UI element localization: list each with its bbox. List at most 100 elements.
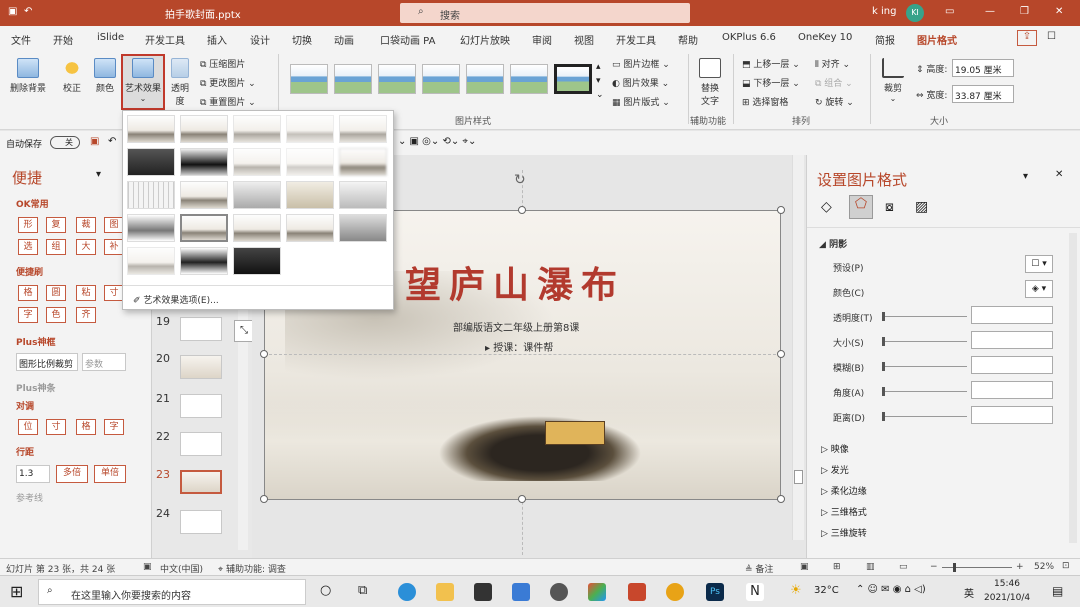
spellcheck-icon[interactable]: ▣ <box>143 562 152 572</box>
swap-btn-position[interactable]: 位 <box>18 419 38 435</box>
ok-btn-group[interactable]: 组 <box>46 239 66 255</box>
soft-edges-section[interactable]: ▷ 柔化边缘 <box>821 484 867 497</box>
thumb-slide-20[interactable] <box>180 355 222 379</box>
close-icon[interactable]: ✕ <box>1055 6 1063 17</box>
blur-input[interactable] <box>971 356 1053 374</box>
qat-tools-icons[interactable]: ⌄ ▣ ◎⌄ ⟲⌄ ⌖⌄ <box>398 136 476 147</box>
change-picture-button[interactable]: ⧉ 更改图片 ⌄ <box>200 76 256 89</box>
art-effect-3[interactable] <box>233 115 281 143</box>
spacing-input[interactable]: 1.3 <box>16 465 50 483</box>
brush-btn-text[interactable]: 字 <box>18 307 38 323</box>
menu-developer-2[interactable]: 开发工具 <box>616 32 656 47</box>
photoshop-icon[interactable]: Ps <box>706 583 724 601</box>
picture-effects-button[interactable]: ◐ 图片效果 ⌄ <box>612 76 669 89</box>
align-button[interactable]: ⫴ 对齐 ⌄ <box>815 57 850 70</box>
distance-slider[interactable] <box>882 412 967 421</box>
slide-sorter-icon[interactable]: ⊞ <box>833 562 841 572</box>
notification-icon[interactable]: ▤ <box>1052 584 1063 598</box>
picture-style-6[interactable] <box>510 64 548 94</box>
tray-icons[interactable]: ⌃ ☺ ✉ ◉ ⌂ ◁) <box>856 584 926 595</box>
menu-pocket-anim[interactable]: 口袋动画 PA <box>380 32 435 47</box>
preset-dropdown[interactable]: ☐ ▾ <box>1025 255 1053 273</box>
art-effect-19[interactable] <box>286 214 334 242</box>
styles-scroll[interactable]: ▴ ▾ ⌄ <box>596 60 604 102</box>
clock-date[interactable]: 2021/10/4 <box>984 593 1030 603</box>
slideshow-icon[interactable]: ▭ <box>899 562 908 572</box>
pane-scrollbar[interactable] <box>1069 233 1077 543</box>
distance-input[interactable] <box>971 406 1053 424</box>
ok-btn-crop[interactable]: 裁 <box>76 217 96 233</box>
art-effect-2[interactable] <box>180 115 228 143</box>
brush-btn-color[interactable]: 色 <box>46 307 66 323</box>
picture-style-5[interactable] <box>466 64 504 94</box>
send-backward-button[interactable]: ⬓ 下移一层 ⌄ <box>742 76 800 89</box>
brush-btn-paste[interactable]: 粘 <box>76 285 96 301</box>
corrections-button[interactable]: 校正 <box>56 58 88 94</box>
menu-picture-format[interactable]: 图片格式 <box>917 32 957 47</box>
colorful-app-icon[interactable] <box>588 583 606 601</box>
fit-slide-icon[interactable]: ⊡ <box>1062 561 1070 571</box>
transparency-input[interactable] <box>971 306 1053 324</box>
reset-picture-button[interactable]: ⧉ 重置图片 ⌄ <box>200 95 256 108</box>
cortana-icon[interactable]: ○ <box>320 583 331 598</box>
art-effect-6[interactable] <box>127 148 175 176</box>
ok-btn-picture[interactable]: 图 <box>104 217 124 233</box>
ok-btn-shape[interactable]: 形 <box>18 217 38 233</box>
angle-slider[interactable] <box>882 387 967 396</box>
3d-format-section[interactable]: ▷ 三维格式 <box>821 505 867 518</box>
picture-style-1[interactable] <box>290 64 328 94</box>
ok-btn-select[interactable]: 选 <box>18 239 38 255</box>
art-effect-15[interactable] <box>339 181 387 209</box>
brush-btn-align[interactable]: 齐 <box>76 307 96 323</box>
picture-tab-icon[interactable]: ▨ <box>915 199 928 215</box>
fill-line-icon[interactable]: ◇ <box>821 199 832 215</box>
menu-animations[interactable]: 动画 <box>334 32 354 47</box>
zoom-thumb[interactable] <box>953 563 956 572</box>
picture-border-button[interactable]: ▭ 图片边框 ⌄ <box>612 57 670 70</box>
menu-review[interactable]: 审阅 <box>532 32 552 47</box>
menu-developer[interactable]: 开发工具 <box>145 32 185 47</box>
art-effect-21[interactable] <box>127 247 175 275</box>
resize-handle[interactable] <box>518 495 526 503</box>
param-input[interactable]: 参数 <box>82 353 126 371</box>
size-input[interactable] <box>971 331 1053 349</box>
ime-indicator[interactable]: 英 <box>964 585 974 600</box>
zoom-out-icon[interactable]: − <box>930 562 938 572</box>
remove-background-button[interactable]: 删除背景 <box>6 58 50 94</box>
thumb-slide-21[interactable] <box>180 394 222 418</box>
compress-pictures-button[interactable]: ⧉ 压缩图片 <box>200 57 245 70</box>
pane-options-icon[interactable]: ▾ <box>1023 171 1028 182</box>
menu-briefing[interactable]: 简报 <box>875 32 895 47</box>
undo-icon-qat[interactable]: ↶ <box>108 136 116 147</box>
crop-button[interactable]: 裁剪 ⌄ <box>878 58 908 103</box>
app-n-icon[interactable]: N <box>746 583 764 601</box>
group-button[interactable]: ⧉ 组合 ⌄ <box>815 76 853 89</box>
normal-view-icon[interactable]: ▣ <box>800 562 809 572</box>
art-effect-16[interactable] <box>127 214 175 242</box>
art-effect-11[interactable] <box>127 181 175 209</box>
art-effect-4[interactable] <box>286 115 334 143</box>
taskbar-search[interactable]: ⌕ 在这里输入你要搜索的内容 <box>38 579 306 605</box>
picture-style-4[interactable] <box>422 64 460 94</box>
thumb-slide-23-selected[interactable] <box>180 470 222 494</box>
resize-handle[interactable] <box>260 350 268 358</box>
art-effect-5[interactable] <box>339 115 387 143</box>
picture-style-7[interactable] <box>554 64 592 94</box>
artistic-effects-options[interactable]: ✐ 艺术效果选项(E)... <box>133 293 219 306</box>
shadow-section[interactable]: ◢ 阴影 <box>819 237 847 250</box>
menu-transitions[interactable]: 切换 <box>292 32 312 47</box>
size-slider[interactable] <box>882 337 967 346</box>
share-icon[interactable]: ⇪ <box>1017 30 1037 46</box>
resize-handle[interactable] <box>777 206 785 214</box>
maximize-icon[interactable]: ❐ <box>1020 6 1029 17</box>
edge-icon[interactable] <box>398 583 416 601</box>
art-effect-7[interactable] <box>180 148 228 176</box>
ok-btn-fill[interactable]: 补 <box>104 239 124 255</box>
menu-view[interactable]: 视图 <box>574 32 594 47</box>
brush-btn-round[interactable]: 圆 <box>46 285 66 301</box>
resize-handle[interactable] <box>518 206 526 214</box>
menu-file[interactable]: 文件 <box>11 32 31 47</box>
weather-icon[interactable]: ☀ <box>790 583 802 598</box>
resize-handle[interactable] <box>777 350 785 358</box>
transparency-button[interactable]: 透明度 <box>168 58 192 107</box>
